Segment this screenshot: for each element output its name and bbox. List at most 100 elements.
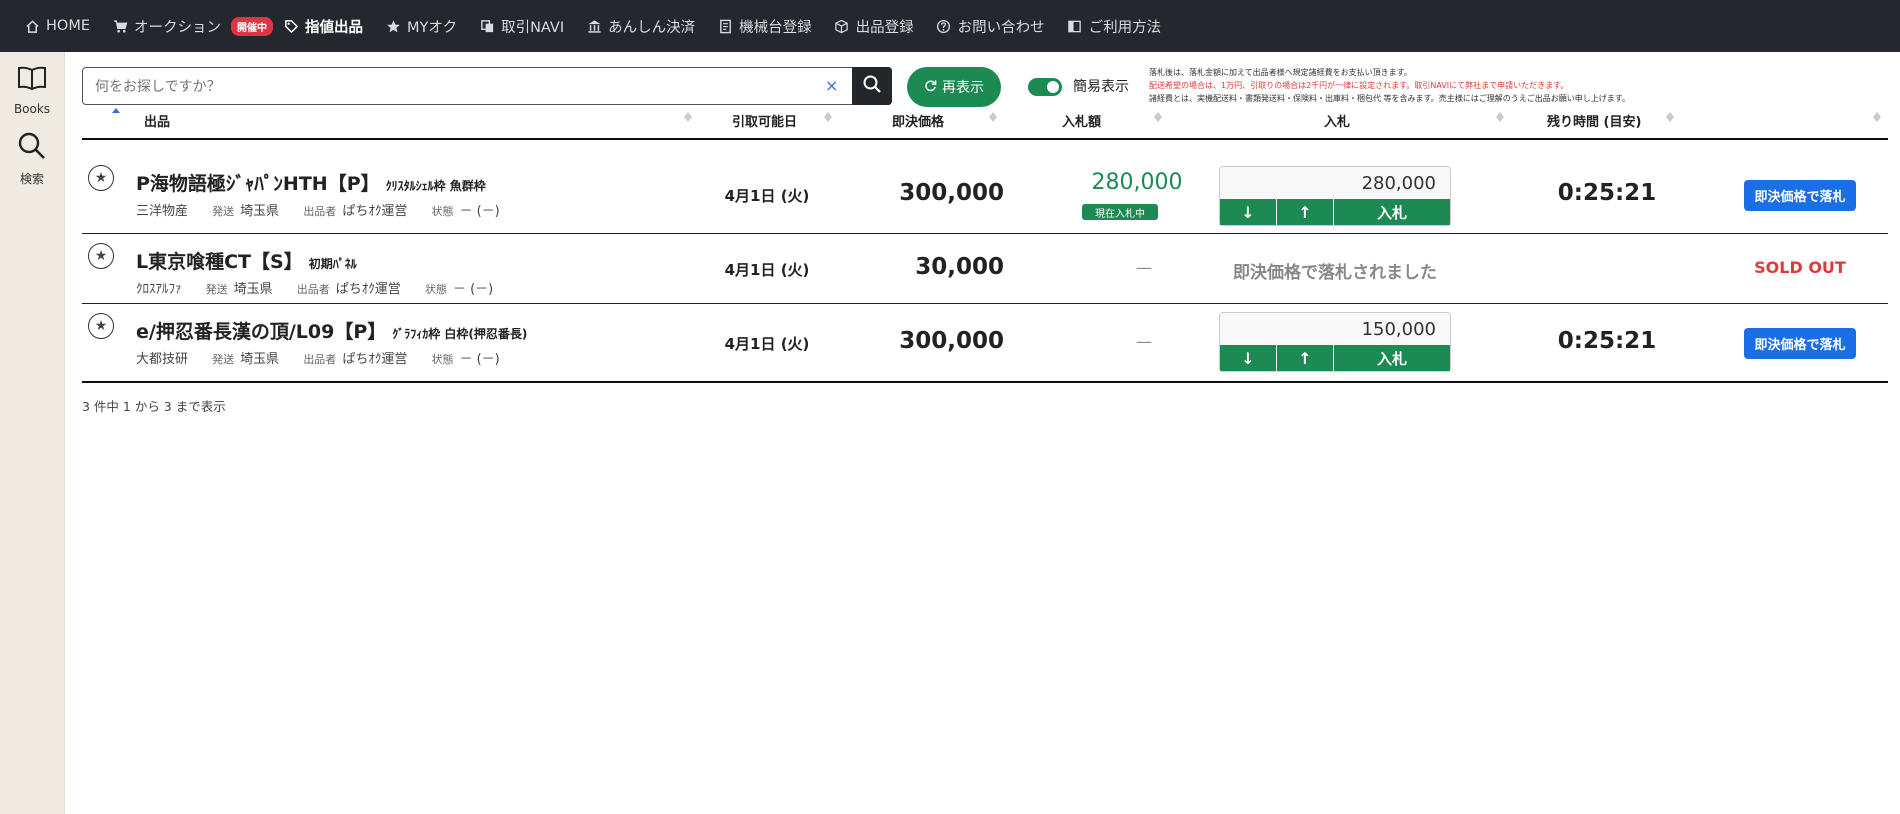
remaining-time: 0:25:21 bbox=[1557, 328, 1657, 354]
bid-input[interactable] bbox=[1220, 313, 1450, 345]
live-badge: 開催中 bbox=[231, 16, 273, 36]
nav-anshin-label: あんしん決済 bbox=[608, 19, 696, 36]
cart-icon bbox=[112, 18, 128, 34]
ship-value: 埼玉県 bbox=[233, 282, 273, 297]
sort-date-icon[interactable] bbox=[822, 108, 832, 124]
sold-message: 即決価格で落札されました bbox=[1233, 263, 1437, 283]
sidebar-item-books[interactable]: Books bbox=[0, 62, 64, 116]
seller-key: 出品者 bbox=[303, 205, 337, 218]
buyout-price: 30,000 bbox=[915, 254, 1004, 280]
buyout-button[interactable]: 即決価格で落札 bbox=[1744, 328, 1856, 359]
item-title[interactable]: P海物語極ｼﾞｬﾊﾟﾝHTH【P】 ｸﾘｽﾀﾙｼｪﾙ枠 魚群枠 bbox=[136, 169, 486, 196]
top-nav: HOME オークション 開催中 指値出品 MYオク 取引NAVI あんしん決済 … bbox=[0, 0, 1900, 52]
sort-buyout-icon[interactable] bbox=[987, 108, 997, 124]
ship-value: 埼玉県 bbox=[240, 204, 280, 219]
refresh-icon bbox=[924, 79, 937, 96]
bid-increase-button[interactable]: ↑ bbox=[1277, 199, 1334, 225]
bid-buttons: ↓ ↑ 入札 bbox=[1220, 345, 1450, 371]
item-title[interactable]: e/押忍番長漢の頂/L09【P】 ｸﾞﾗﾌｨｶ枠 白枠(押忍番長) bbox=[136, 317, 527, 344]
nav-limit-listing[interactable]: 指値出品 bbox=[283, 16, 363, 37]
header-item[interactable]: 出品 bbox=[144, 111, 170, 130]
nav-torihiki-label: 取引NAVI bbox=[501, 19, 565, 36]
simple-view-label: 簡易表示 bbox=[1073, 79, 1129, 95]
bid-decrease-button[interactable]: ↓ bbox=[1220, 199, 1277, 225]
bid-amount: — bbox=[1136, 258, 1152, 277]
seller-value: ぱちｵｸ運営 bbox=[335, 282, 401, 297]
item-sub: 初期ﾊﾟﾈﾙ bbox=[308, 257, 357, 271]
remaining-time: 0:25:21 bbox=[1557, 180, 1657, 206]
bid-submit-button[interactable]: 入札 bbox=[1334, 345, 1450, 371]
item-maker: 三洋物産 bbox=[136, 204, 189, 219]
pickup-date: 4月1日 (火) bbox=[724, 261, 810, 279]
nav-howto-label: ご利用方法 bbox=[1088, 19, 1162, 36]
document-icon bbox=[717, 18, 733, 34]
fee-note-2: 配送希望の場合は、1万円、引取りの場合は2千円が一律に設定されます。取引NAVI… bbox=[1149, 81, 1569, 90]
home-icon bbox=[24, 18, 40, 34]
sort-bid-icon[interactable] bbox=[1494, 108, 1504, 124]
favorite-star-icon[interactable]: ★ bbox=[88, 313, 114, 339]
bank-icon bbox=[586, 18, 602, 34]
bid-buttons: ↓ ↑ 入札 bbox=[1220, 199, 1450, 225]
star-icon bbox=[385, 18, 401, 34]
table-row: ★ L東京喰種CT【S】 初期ﾊﾟﾈﾙ ｸﾛｽｱﾙﾌｧ 発送 埼玉県 出品者 ぱちｵｸ… bbox=[82, 234, 1888, 304]
simple-view-toggle[interactable] bbox=[1028, 78, 1062, 96]
ship-key: 発送 bbox=[212, 205, 235, 218]
sort-remaining-icon[interactable] bbox=[1664, 108, 1674, 124]
bid-increase-button[interactable]: ↑ bbox=[1277, 345, 1334, 371]
header-bid-amount[interactable]: 入札額 bbox=[1062, 111, 1101, 130]
sort-item-icon[interactable] bbox=[682, 108, 692, 124]
book-icon bbox=[1067, 18, 1083, 34]
seller-key: 出品者 bbox=[296, 283, 330, 296]
ship-value: 埼玉県 bbox=[240, 352, 280, 367]
nav-machine-register[interactable]: 機械台登録 bbox=[717, 16, 812, 37]
magnifier-icon bbox=[16, 130, 48, 166]
tag-icon bbox=[283, 18, 299, 34]
header-remaining[interactable]: 残り時間 (目安) bbox=[1547, 111, 1641, 130]
header-date[interactable]: 引取可能日 bbox=[732, 111, 797, 130]
favorite-star-icon[interactable]: ★ bbox=[88, 165, 114, 191]
refresh-label: 再表示 bbox=[942, 80, 984, 96]
sidebar-item-search[interactable]: 検索 bbox=[0, 130, 64, 187]
condition-value: － (－) bbox=[452, 282, 494, 297]
nav-myoku[interactable]: MYオク bbox=[385, 16, 457, 37]
sidebar-search-label: 検索 bbox=[19, 172, 44, 186]
nav-anshin[interactable]: あんしん決済 bbox=[586, 16, 695, 37]
item-title[interactable]: L東京喰種CT【S】 初期ﾊﾟﾈﾙ bbox=[136, 247, 357, 274]
nav-torihiki[interactable]: 取引NAVI bbox=[479, 16, 564, 37]
copy-icon bbox=[479, 18, 495, 34]
header-bid[interactable]: 入札 bbox=[1324, 111, 1350, 130]
sort-bid-amount-icon[interactable] bbox=[1152, 108, 1162, 124]
header-buyout[interactable]: 即決価格 bbox=[892, 111, 944, 130]
seller-value: ぱちｵｸ運営 bbox=[342, 352, 408, 367]
sort-action-icon[interactable] bbox=[1871, 108, 1881, 124]
pagination-info: 3 件中 1 から 3 まで表示 bbox=[82, 399, 226, 414]
sort-item-asc-icon[interactable] bbox=[110, 104, 120, 120]
item-meta: ｸﾛｽｱﾙﾌｧ 発送 埼玉県 出品者 ぱちｵｸ運営 状態 － (－) bbox=[136, 278, 493, 297]
nav-howto[interactable]: ご利用方法 bbox=[1067, 16, 1162, 37]
sidebar: Books 検索 bbox=[0, 52, 65, 814]
nav-contact-label: お問い合わせ bbox=[957, 19, 1045, 36]
clear-search-icon[interactable]: × bbox=[825, 76, 838, 95]
nav-home[interactable]: HOME bbox=[24, 18, 90, 34]
condition-key: 状態 bbox=[431, 205, 454, 218]
condition-value: － (－) bbox=[459, 204, 500, 219]
buyout-button[interactable]: 即決価格で落札 bbox=[1744, 180, 1856, 211]
nav-auction[interactable]: オークション bbox=[112, 16, 221, 37]
nav-listing-register[interactable]: 出品登録 bbox=[834, 16, 914, 37]
bid-submit-button[interactable]: 入札 bbox=[1334, 199, 1450, 225]
pickup-date: 4月1日 (火) bbox=[724, 335, 810, 353]
item-maker: 大都技研 bbox=[136, 352, 189, 367]
bid-input[interactable] bbox=[1220, 167, 1450, 199]
item-name: P海物語極ｼﾞｬﾊﾟﾝHTH【P】 bbox=[136, 173, 380, 195]
nav-home-label: HOME bbox=[46, 18, 90, 34]
nav-auction-label: オークション bbox=[134, 19, 221, 36]
favorite-star-icon[interactable]: ★ bbox=[88, 243, 114, 269]
table-header: 出品 引取可能日 即決価格 入札額 入札 残り時間 (目安) bbox=[82, 96, 1888, 140]
fee-note-1: 落札後は、落札金額に加えて出品者様へ規定諸経費をお支払い頂きます。 bbox=[1149, 68, 1412, 77]
nav-listing-register-label: 出品登録 bbox=[855, 19, 914, 36]
bid-amount: 280,000 bbox=[1091, 170, 1183, 195]
bid-decrease-button[interactable]: ↓ bbox=[1220, 345, 1277, 371]
question-icon bbox=[936, 18, 952, 34]
item-meta: 三洋物産 発送 埼玉県 出品者 ぱちｵｸ運営 状態 － (－) bbox=[136, 200, 500, 219]
nav-contact[interactable]: お問い合わせ bbox=[936, 16, 1045, 37]
